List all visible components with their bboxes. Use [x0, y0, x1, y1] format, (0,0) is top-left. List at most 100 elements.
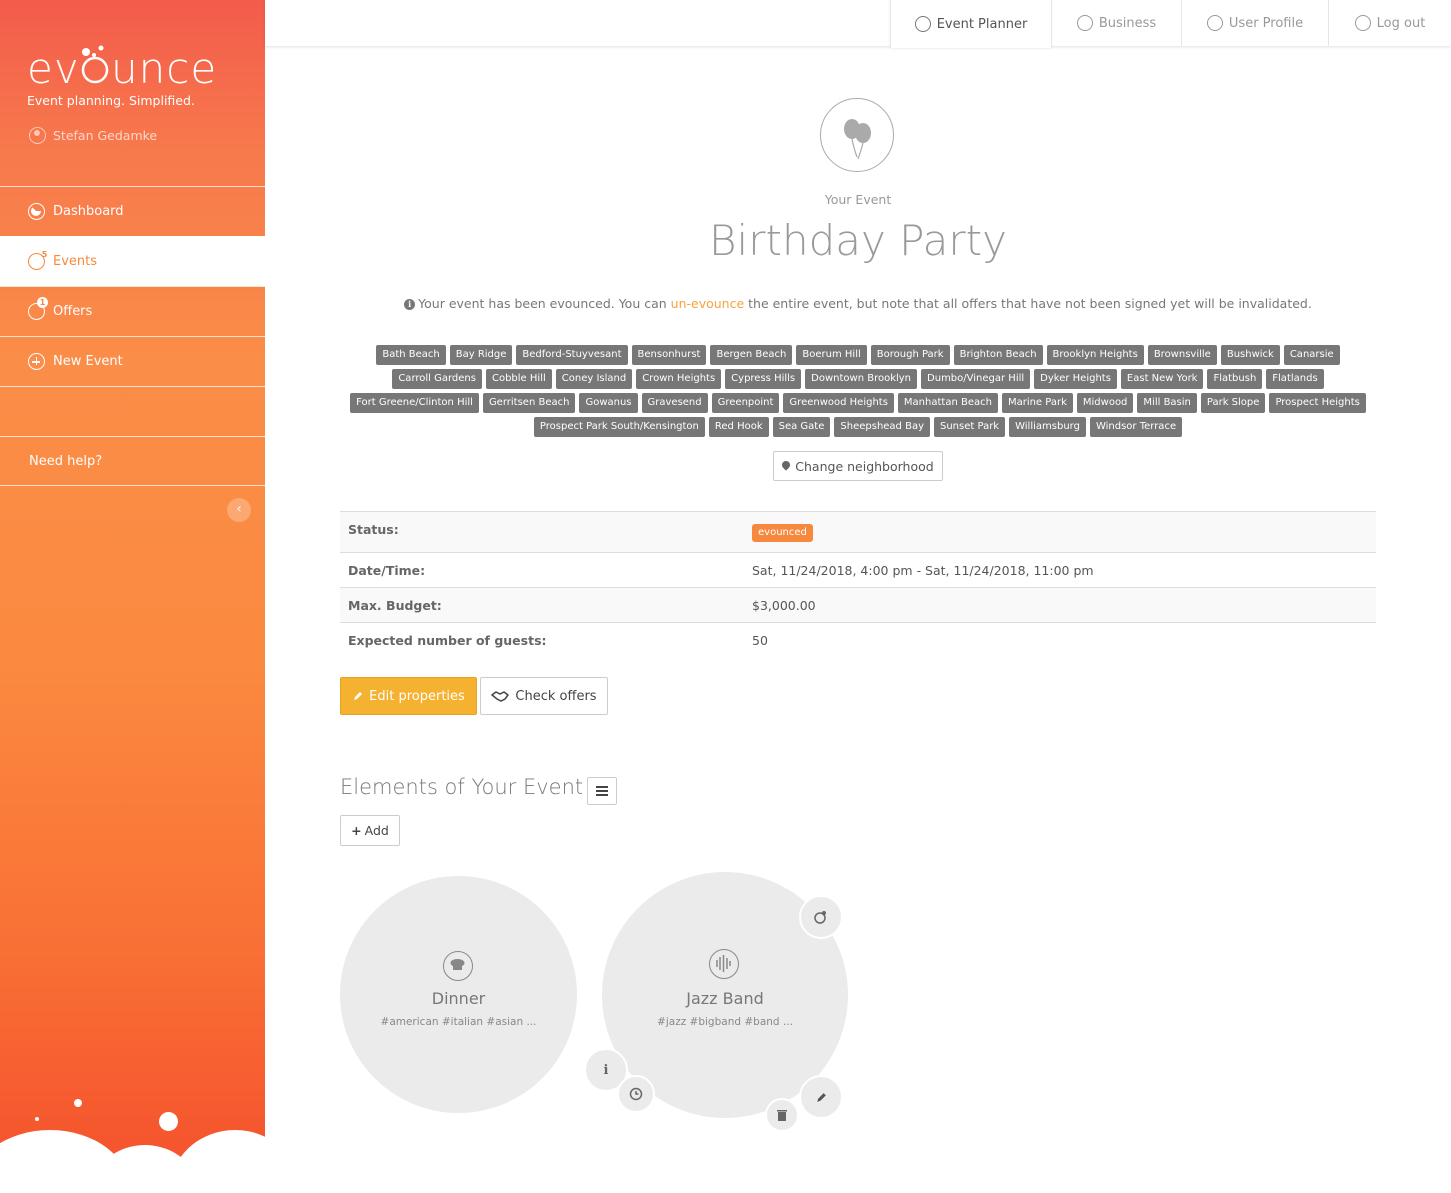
tab-user-profile[interactable]: User Profile: [1181, 0, 1328, 46]
events-count-badge: 5: [41, 250, 48, 259]
tab-label: Log out: [1376, 15, 1426, 31]
table-row: Status: evounced: [340, 512, 1376, 553]
button-label: Edit properties: [369, 688, 465, 704]
sidebar-item-offers[interactable]: 1 Offers: [0, 286, 265, 336]
neighborhood-tag: Cypress Hills: [725, 369, 802, 389]
neighborhood-tag: Greenwood Heights: [783, 393, 894, 413]
tab-logout[interactable]: Log out: [1328, 0, 1451, 46]
neighborhood-tag: East New York: [1120, 369, 1204, 389]
bubble-decoration: [159, 1112, 178, 1131]
element-time-button[interactable]: [617, 1075, 655, 1113]
neighborhood-tag: Canarsie: [1283, 345, 1340, 365]
info-icon: i: [404, 299, 416, 310]
un-evounce-link[interactable]: un-evounce: [671, 296, 745, 311]
logout-icon: [1354, 15, 1371, 31]
neighborhood-tag: Williamsburg: [1009, 417, 1086, 437]
element-status-button[interactable]: [799, 895, 843, 939]
bubble-decoration: [155, 1147, 160, 1152]
event-type-avatar: [820, 98, 894, 172]
table-row: Date/Time: Sat, 11/24/2018, 4:00 pm - Sa…: [340, 553, 1376, 588]
audio-wave-icon: [709, 949, 739, 979]
bubble-decoration: [35, 1117, 39, 1121]
collapse-sidebar-button[interactable]: ‹: [227, 498, 251, 522]
tab-label: User Profile: [1228, 15, 1304, 31]
neighborhood-tag: Dyker Heights: [1034, 369, 1117, 389]
datetime-label: Date/Time:: [348, 562, 426, 578]
button-label: Check offers: [515, 688, 597, 704]
status-value-cell: evounced: [752, 523, 1376, 542]
sidebar-nav: Dashboard 5 Events 1 Offers New Event Ne…: [0, 186, 265, 486]
sidebar-item-label: New Event: [53, 354, 123, 369]
neighborhood-tag: Coney Island: [555, 369, 633, 389]
element-card-dinner[interactable]: Dinner #american #italian #asian ...: [340, 876, 577, 1113]
pencil-icon: [816, 1092, 826, 1102]
handshake-icon: [491, 691, 510, 702]
neighborhood-tag: Brighton Beach: [953, 345, 1043, 365]
evounce-notice: i Your event has been evounced. You can u…: [265, 296, 1451, 311]
edit-properties-button[interactable]: Edit properties: [340, 677, 477, 715]
neighborhood-tag: Bedford-Stuyvesant: [516, 345, 628, 365]
neighborhood-tag: Manhattan Beach: [897, 393, 998, 413]
status-label: Status:: [348, 521, 399, 537]
neighborhood-tag: Bushwick: [1220, 345, 1280, 365]
map-marker-icon: [780, 459, 792, 471]
sidebar-item-help[interactable]: Need help?: [0, 436, 265, 486]
list-icon-line: [596, 794, 608, 796]
element-edit-button[interactable]: [799, 1075, 843, 1119]
neighborhood-tag: Bergen Beach: [710, 345, 793, 365]
neighborhood-tag: Flatlands: [1266, 369, 1324, 389]
neighborhood-tag: Windsor Terrace: [1089, 417, 1183, 437]
tab-business[interactable]: Business: [1051, 0, 1181, 46]
user-name: Stefan Gedamke: [53, 128, 158, 143]
button-label: Add: [364, 823, 389, 838]
neighborhood-tag: Gravesend: [641, 393, 708, 413]
neighborhood-tag: Park Slope: [1200, 393, 1266, 413]
neighborhood-tag: Brownsville: [1147, 345, 1217, 365]
table-row: Max. Budget: $3,000.00: [340, 588, 1376, 623]
neighborhood-tag: Midwood: [1076, 393, 1134, 413]
event-details-table: Status: evounced Date/Time: Sat, 11/24/2…: [340, 511, 1376, 658]
offers-count-badge: 1: [37, 297, 48, 308]
element-tags: #american #italian #asian ...: [380, 1016, 537, 1028]
neighborhood-tag: Red Hook: [708, 417, 769, 437]
element-tags: #jazz #bigband #band ...: [657, 1016, 793, 1028]
sidebar-item-new-event[interactable]: New Event: [0, 336, 265, 386]
add-element-button[interactable]: + Add: [340, 815, 400, 846]
element-name: Dinner: [431, 989, 486, 1008]
user-icon: [1206, 15, 1223, 31]
tab-label: Event Planner: [936, 16, 1028, 32]
neighborhood-tag: Bensonhurst: [631, 345, 707, 365]
dashboard-icon: [28, 203, 45, 220]
balloon-icon: [914, 16, 931, 32]
neighborhood-tag: Boerum Hill: [796, 345, 867, 365]
guests-value: 50: [752, 633, 768, 648]
table-row: Expected number of guests: 50: [340, 623, 1376, 658]
neighborhood-tag: Marine Park: [1001, 393, 1073, 413]
user-profile-link[interactable]: Stefan Gedamke: [29, 127, 157, 144]
sidebar-item-label: Offers: [53, 304, 93, 319]
sidebar-item-dashboard[interactable]: Dashboard: [0, 186, 265, 236]
check-offers-button[interactable]: Check offers: [480, 677, 608, 715]
neighborhood-tag: Downtown Brooklyn: [805, 369, 918, 389]
sidebar: evounce ev unce Event planning. Simplifi…: [0, 0, 265, 1193]
neighborhood-tag: Fort Greene/Clinton Hill: [350, 393, 479, 413]
notice-text: the entire event, but note that all offe…: [744, 296, 1312, 311]
button-label: Change neighborhood: [795, 458, 934, 474]
sidebar-item-events[interactable]: 5 Events: [0, 236, 265, 286]
neighborhood-tag: Greenpoint: [711, 393, 780, 413]
budget-value: $3,000.00: [752, 597, 816, 613]
neighborhood-tag: Bay Ridge: [449, 345, 513, 365]
elements-section-title: Elements of Your Event: [340, 775, 584, 799]
tab-event-planner[interactable]: Event Planner: [890, 0, 1051, 48]
element-delete-button[interactable]: [765, 1098, 799, 1132]
neighborhood-tag: Gerritsen Beach: [482, 393, 576, 413]
neighborhood-tag: Brooklyn Heights: [1046, 345, 1144, 365]
list-view-button[interactable]: [587, 777, 617, 805]
neighborhood-tags: Bath Beach Bay Ridge Bedford-Stuyvesant Ben…: [335, 345, 1381, 437]
change-neighborhood-button[interactable]: Change neighborhood: [773, 451, 943, 481]
event-title: Birthday Party: [709, 216, 1007, 265]
budget-label: Max. Budget:: [348, 597, 442, 613]
trash-icon: [777, 1109, 787, 1121]
plus-icon: +: [351, 823, 362, 838]
event-label: Your Event: [824, 192, 892, 207]
